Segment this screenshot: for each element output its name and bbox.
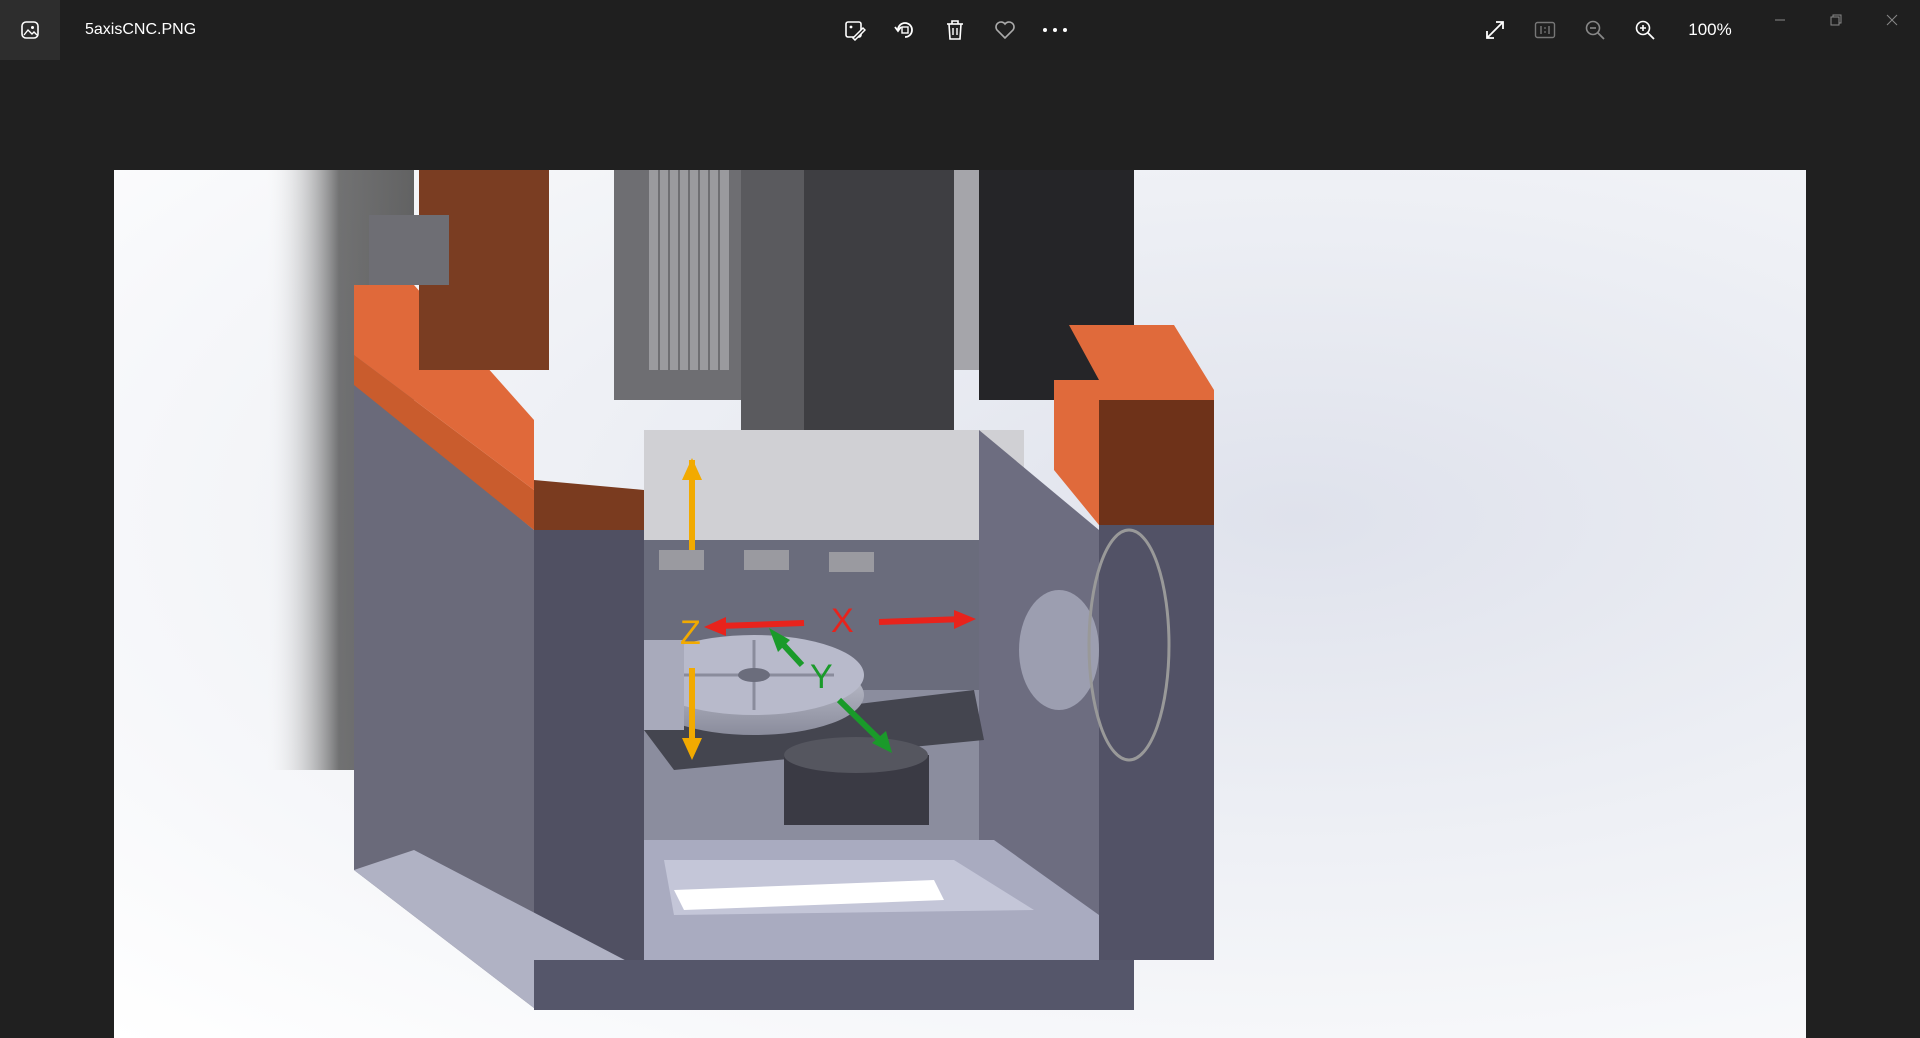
x-axis-label: X <box>831 602 854 640</box>
favorite-button[interactable] <box>980 0 1030 60</box>
title-bar: 5axisCNC.PNG 100% <box>0 0 1920 60</box>
restore-icon <box>1830 14 1842 26</box>
cnc-machine-render <box>264 170 1214 1010</box>
app-icon-button[interactable] <box>0 0 60 60</box>
close-icon <box>1886 14 1898 26</box>
toolbar <box>830 0 1080 60</box>
zoom-in-button[interactable] <box>1620 0 1670 60</box>
rotate-icon <box>894 22 913 38</box>
window-controls <box>1752 0 1920 40</box>
actual-size-button[interactable] <box>1520 0 1570 60</box>
trunnion-left <box>644 640 684 730</box>
delete-button[interactable] <box>930 0 980 60</box>
photos-app-icon <box>21 21 39 39</box>
expand-button[interactable] <box>1470 0 1520 60</box>
y-axis-label: Y <box>810 658 833 696</box>
left-stepper-motor <box>369 215 449 285</box>
zoom-out-button[interactable] <box>1570 0 1620 60</box>
z-axis-label: Z <box>680 614 701 652</box>
more-icon <box>1043 28 1067 32</box>
zoom-level[interactable]: 100% <box>1670 20 1750 40</box>
edit-image-icon <box>845 21 866 41</box>
cnc-machine-image[interactable]: X Y Z <box>114 170 1806 1038</box>
zoom-out-icon <box>1585 20 1605 40</box>
view-controls: 100% <box>1470 0 1750 60</box>
file-name: 5axisCNC.PNG <box>85 21 197 38</box>
close-button[interactable] <box>1864 0 1920 40</box>
rotate-button[interactable] <box>880 0 930 60</box>
minimize-button[interactable] <box>1752 0 1808 40</box>
expand-icon <box>1486 21 1504 39</box>
zoom-in-icon <box>1635 20 1655 40</box>
trash-icon <box>947 20 963 40</box>
restore-button[interactable] <box>1808 0 1864 40</box>
back-wall <box>644 430 1024 540</box>
edit-image-button[interactable] <box>830 0 880 60</box>
actual-size-icon <box>1534 21 1556 39</box>
more-button[interactable] <box>1030 0 1080 60</box>
heart-icon <box>995 21 1015 40</box>
image-viewer-area: X Y Z <box>0 60 1920 1038</box>
trunnion-right <box>1019 590 1099 710</box>
right-frame-front <box>1099 525 1214 960</box>
minimize-icon <box>1775 19 1785 21</box>
